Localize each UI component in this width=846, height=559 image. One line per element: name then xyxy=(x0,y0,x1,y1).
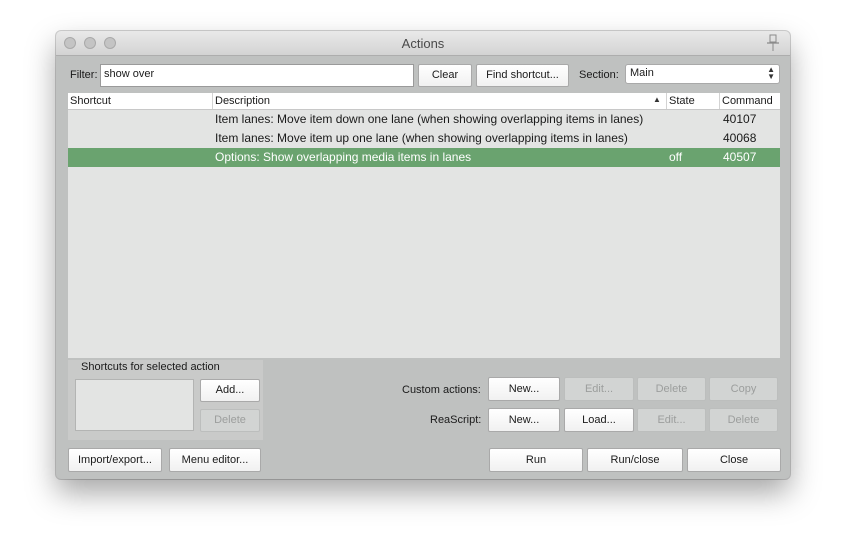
row-description: Item lanes: Move item up one lane (when … xyxy=(215,131,628,145)
menu-editor-button[interactable]: Menu editor... xyxy=(169,448,261,472)
shortcuts-list[interactable] xyxy=(75,379,194,431)
table-row-selected[interactable]: Options: Show overlapping media items in… xyxy=(68,148,780,167)
custom-delete-button[interactable]: Delete xyxy=(637,377,706,401)
find-shortcut-button[interactable]: Find shortcut... xyxy=(476,64,569,87)
table-row[interactable]: Item lanes: Move item up one lane (when … xyxy=(68,129,780,148)
actions-window: Actions Filter: show over Clear Find sho… xyxy=(56,31,790,479)
row-state: off xyxy=(669,150,683,164)
title-bar: Actions xyxy=(56,31,790,56)
custom-actions-label: Custom actions: xyxy=(402,384,481,396)
reascript-delete-button[interactable]: Delete xyxy=(709,408,778,432)
actions-list[interactable]: Shortcut Description ▲ State Command Ite… xyxy=(68,93,780,358)
reascript-edit-button[interactable]: Edit... xyxy=(637,408,706,432)
reascript-new-button[interactable]: New... xyxy=(488,408,560,432)
row-description: Options: Show overlapping media items in… xyxy=(215,150,472,164)
custom-edit-button[interactable]: Edit... xyxy=(564,377,634,401)
list-header: Shortcut Description ▲ State Command xyxy=(68,93,780,110)
table-row[interactable]: Item lanes: Move item down one lane (whe… xyxy=(68,110,780,129)
row-command: 40068 xyxy=(723,131,757,145)
row-description: Item lanes: Move item down one lane (whe… xyxy=(215,112,644,126)
section-select[interactable]: Main ▲ ▼ xyxy=(625,64,780,84)
pin-icon[interactable] xyxy=(766,34,780,52)
delete-shortcut-button[interactable]: Delete xyxy=(200,409,260,432)
close-button[interactable]: Close xyxy=(687,448,781,472)
row-command: 40107 xyxy=(723,112,757,126)
add-shortcut-button[interactable]: Add... xyxy=(200,379,260,402)
filter-label: Filter: xyxy=(70,69,98,81)
column-header-shortcut[interactable]: Shortcut xyxy=(68,93,212,109)
filter-input[interactable]: show over xyxy=(100,64,414,87)
run-close-button[interactable]: Run/close xyxy=(587,448,683,472)
import-export-button[interactable]: Import/export... xyxy=(68,448,162,472)
shortcuts-group-title: Shortcuts for selected action xyxy=(81,361,220,373)
custom-copy-button[interactable]: Copy xyxy=(709,377,778,401)
row-command: 40507 xyxy=(723,150,757,164)
section-label: Section: xyxy=(579,69,619,81)
column-header-state[interactable]: State xyxy=(666,93,719,109)
column-header-description[interactable]: Description xyxy=(212,93,666,109)
section-value: Main xyxy=(630,67,654,79)
reascript-load-button[interactable]: Load... xyxy=(564,408,634,432)
clear-button[interactable]: Clear xyxy=(418,64,472,87)
select-arrows-icon: ▲ ▼ xyxy=(767,65,775,81)
column-header-command[interactable]: Command xyxy=(719,93,780,109)
custom-new-button[interactable]: New... xyxy=(488,377,560,401)
window-title: Actions xyxy=(401,36,445,51)
reascript-label: ReaScript: xyxy=(430,414,482,426)
sort-ascending-icon: ▲ xyxy=(653,95,661,104)
run-button[interactable]: Run xyxy=(489,448,583,472)
